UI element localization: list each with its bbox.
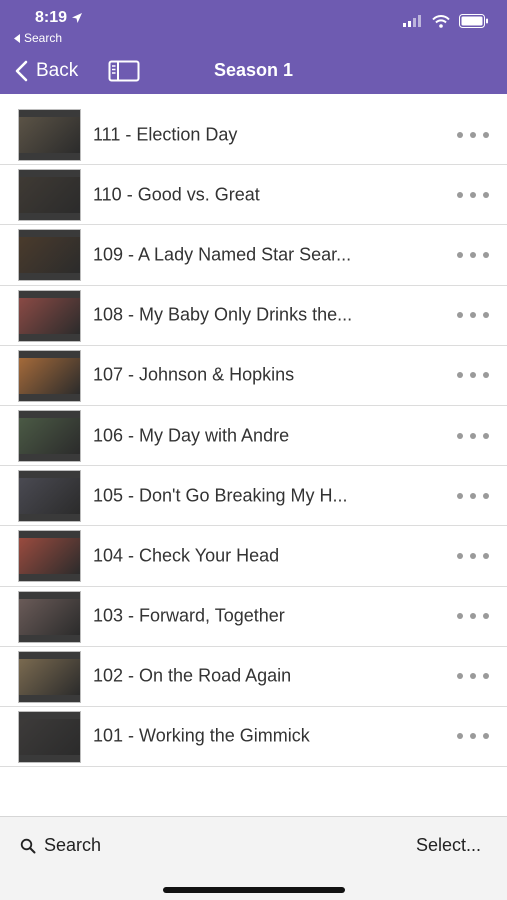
back-triangle-icon (14, 33, 20, 43)
episode-title: 110 - Good vs. Great (93, 184, 260, 205)
episode-row-101[interactable]: 101 - Working the Gimmick (0, 707, 507, 768)
home-indicator[interactable] (163, 887, 345, 893)
more-options-icon[interactable] (457, 551, 489, 561)
episode-title: 101 - Working the Gimmick (93, 725, 310, 746)
episode-thumbnail (18, 349, 81, 402)
episode-thumbnail (18, 470, 81, 523)
bottom-toolbar: Search Select... (0, 816, 507, 900)
more-options-icon[interactable] (457, 250, 489, 260)
more-options-icon[interactable] (457, 431, 489, 441)
search-button-label: Search (44, 835, 102, 855)
back-button[interactable]: Back (14, 58, 78, 84)
episode-thumbnail (18, 650, 81, 703)
episode-title: 106 - My Day with Andre (93, 425, 290, 446)
episode-title: 102 - On the Road Again (93, 665, 292, 686)
wifi-icon (432, 14, 450, 28)
episode-thumbnail (18, 289, 81, 342)
cellular-signal-icon (403, 15, 421, 27)
episode-thumbnail (18, 409, 81, 462)
more-options-icon[interactable] (457, 611, 489, 621)
episode-row-105[interactable]: 105 - Don't Go Breaking My H... (0, 466, 507, 527)
more-options-icon[interactable] (457, 130, 489, 140)
episode-row-104[interactable]: 104 - Check Your Head (0, 526, 507, 587)
episode-thumbnail (18, 229, 81, 282)
episode-list: 111 - Election Day 110 - Good vs. Great … (0, 105, 507, 768)
header-bar: 8:19 Search Back Season 1 (0, 0, 507, 94)
location-arrow-icon (72, 13, 83, 23)
episode-row-103[interactable]: 103 - Forward, Together (0, 587, 507, 647)
episode-title: 105 - Don't Go Breaking My H... (93, 485, 348, 506)
episode-title: 109 - A Lady Named Star Sear... (93, 244, 352, 265)
episode-title: 107 - Johnson & Hopkins (93, 364, 295, 385)
episode-row-106[interactable]: 106 - My Day with Andre (0, 406, 507, 467)
status-time-text: 8:19 (35, 9, 68, 26)
episode-row-108[interactable]: 108 - My Baby Only Drinks the... (0, 286, 507, 346)
episode-thumbnail (18, 530, 81, 583)
episode-row-110[interactable]: 110 - Good vs. Great (0, 165, 507, 226)
search-button[interactable]: Search (20, 835, 101, 856)
episode-title: 111 - Election Day (93, 124, 238, 145)
more-options-icon[interactable] (457, 731, 489, 741)
more-options-icon[interactable] (457, 190, 489, 200)
more-options-icon[interactable] (457, 370, 489, 380)
episode-row-107[interactable]: 107 - Johnson & Hopkins (0, 346, 507, 406)
back-button-label: Back (36, 60, 79, 81)
more-options-icon[interactable] (457, 310, 489, 320)
episode-thumbnail (18, 590, 81, 643)
episode-thumbnail (18, 109, 81, 161)
episode-row-102[interactable]: 102 - On the Road Again (0, 647, 507, 707)
episode-row-111[interactable]: 111 - Election Day (0, 105, 507, 166)
chevron-left-icon (15, 60, 28, 82)
battery-icon (459, 14, 488, 28)
more-options-icon[interactable] (457, 491, 489, 501)
episode-row-109[interactable]: 109 - A Lady Named Star Sear... (0, 225, 507, 286)
sidebar-icon[interactable] (108, 60, 140, 82)
magnifier-icon (20, 838, 36, 853)
episode-title: 104 - Check Your Head (93, 545, 280, 566)
episode-thumbnail (18, 169, 81, 222)
select-button[interactable]: Select... (416, 835, 481, 856)
back-to-app-link[interactable]: Search (14, 31, 62, 45)
episode-title: 103 - Forward, Together (93, 605, 285, 626)
episode-title: 108 - My Baby Only Drinks the... (93, 304, 353, 325)
status-time: 8:19 (35, 9, 83, 27)
episode-thumbnail (18, 710, 81, 763)
status-icons (403, 14, 489, 28)
more-options-icon[interactable] (457, 671, 489, 681)
back-to-app-label: Search (24, 31, 63, 45)
